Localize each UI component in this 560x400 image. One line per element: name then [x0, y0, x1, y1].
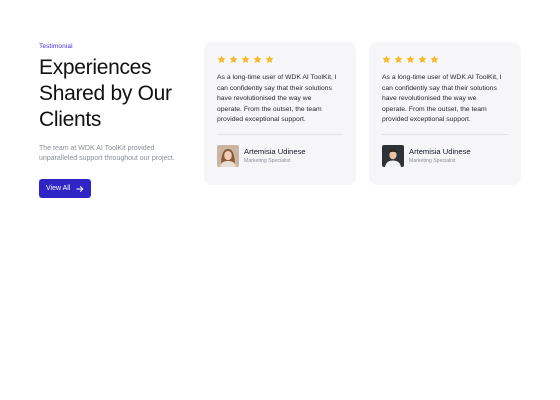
quote-line: provided exceptional support.	[217, 116, 306, 123]
headline-line: Shared by Our	[39, 82, 172, 105]
star-rating	[382, 55, 508, 65]
section-description: The team at WDK AI ToolKit provided unpa…	[39, 144, 197, 164]
quote-line: can confidently say that their solutions	[217, 84, 332, 92]
divider	[382, 133, 508, 135]
description-line: unparalleled support throughout our proj…	[39, 155, 175, 162]
quote-line: provided exceptional support.	[382, 116, 471, 123]
star-icon	[265, 55, 274, 64]
star-icon	[382, 55, 391, 64]
star-icon	[394, 55, 403, 64]
testimonial-intro: Testimonial Experiences Shared by Our Cl…	[39, 43, 197, 198]
view-all-button[interactable]: View All	[39, 179, 92, 198]
quote-line: As a long-time user of WDK AI ToolKit, I	[382, 74, 502, 81]
quote-line: As a long-time user of WDK AI ToolKit, I	[217, 74, 337, 81]
avatar	[382, 144, 404, 167]
headline-line: Clients	[39, 108, 102, 131]
divider	[217, 133, 343, 135]
quote-line: can confidently say that their solutions	[382, 84, 497, 92]
testimonial-card: As a long-time user of WDK AI ToolKit, I…	[204, 42, 356, 185]
author-name: Artemisia Udinese	[244, 146, 306, 156]
author-name: Artemisia Udinese	[409, 146, 471, 156]
author-role: Marketing Specialist	[409, 157, 456, 164]
quote-line: operate. From the outset, the team	[217, 105, 322, 113]
star-icon	[418, 55, 427, 64]
star-icon	[229, 55, 238, 64]
quote-line: operate. From the outset, the team	[382, 105, 487, 113]
view-all-label: View All	[46, 185, 71, 192]
quote-line: have revolutionised the way we	[217, 95, 312, 102]
star-rating	[217, 55, 343, 65]
testimonial-quote: As a long-time user of WDK AI ToolKit, I…	[382, 73, 508, 126]
section-eyebrow: Testimonial	[39, 43, 73, 50]
description-line: The team at WDK AI ToolKit provided	[39, 145, 155, 152]
star-icon	[406, 55, 415, 64]
testimonial-author: Artemisia Udinese Marketing Specialist	[217, 144, 343, 167]
author-role: Marketing Specialist	[244, 157, 291, 164]
testimonial-quote: As a long-time user of WDK AI ToolKit, I…	[217, 73, 343, 126]
testimonial-author: Artemisia Udinese Marketing Specialist	[382, 144, 508, 167]
section-headline: Experiences Shared by Our Clients	[39, 55, 197, 133]
star-icon	[241, 55, 250, 64]
star-icon	[430, 55, 439, 64]
avatar-photo-woman	[217, 144, 239, 167]
headline-line: Experiences	[39, 56, 152, 79]
arrow-right-icon	[76, 185, 84, 192]
avatar-photo-man	[382, 144, 404, 167]
quote-line: have revolutionised the way we	[382, 95, 477, 102]
star-icon	[253, 55, 262, 64]
star-icon	[217, 55, 226, 64]
avatar	[217, 144, 239, 167]
testimonial-card: As a long-time user of WDK AI ToolKit, I…	[369, 42, 521, 185]
